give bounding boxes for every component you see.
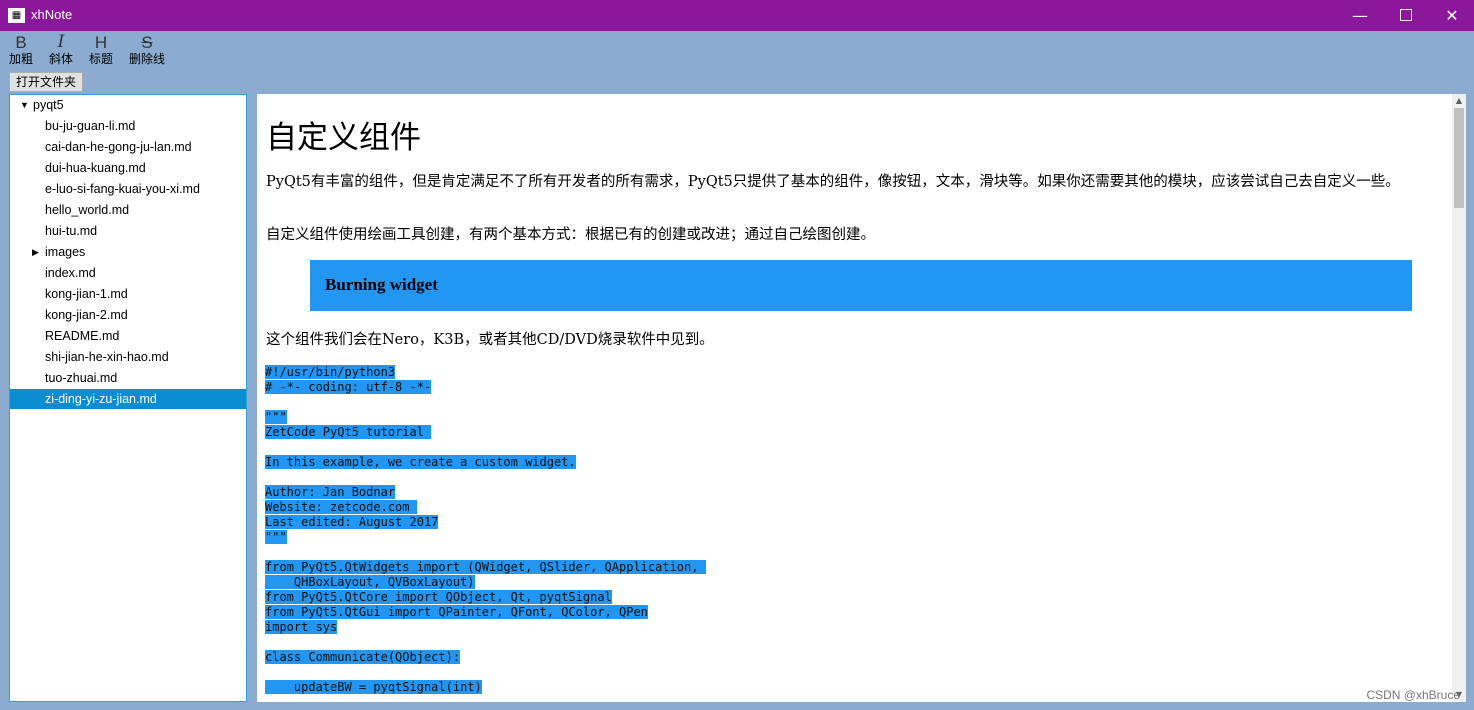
- tree-item-label: shi-jian-he-xin-hao.md: [45, 350, 169, 364]
- blockquote-heading: Burning widget: [325, 275, 438, 294]
- code-line: import sys: [265, 620, 338, 634]
- window-title: xhNote: [31, 7, 73, 22]
- code-line: ZetCode PyQt5 tutorial: [265, 425, 432, 439]
- bold-button[interactable]: B 加粗: [6, 33, 36, 66]
- code-line: In this example, we create a custom widg…: [265, 455, 576, 469]
- heading-label: 标题: [88, 52, 113, 66]
- tree-item-label: bu-ju-guan-li.md: [45, 119, 136, 133]
- code-line: Author: Jan Bodnar: [265, 485, 396, 499]
- tree-item[interactable]: tuo-zhuai.md: [10, 368, 246, 388]
- watermark: CSDN @xhBruce: [1366, 688, 1460, 702]
- tree-root-pyqt5[interactable]: ▼ pyqt5: [10, 95, 246, 115]
- code-line: from PyQt5.QtGui import QPainter, QFont,…: [265, 605, 648, 619]
- code-line: """: [265, 410, 287, 424]
- bold-label: 加粗: [8, 52, 33, 66]
- tree-item-label: hui-tu.md: [45, 224, 98, 238]
- heading-button[interactable]: H 标题: [86, 33, 116, 66]
- tree-item-label: README.md: [45, 329, 120, 343]
- vertical-scrollbar[interactable]: ▲ ▼: [1452, 94, 1466, 702]
- paragraph-intro: PyQt5有丰富的组件，但是肯定满足不了所有开发者的所有需求，PyQt5只提供了…: [266, 174, 1400, 190]
- title-bar: xhNote — ✕: [0, 0, 1474, 31]
- code-line: Last edited: August 2017: [265, 515, 439, 529]
- tree-item[interactable]: shi-jian-he-xin-hao.md: [10, 347, 246, 367]
- tree-item-label: zi-ding-yi-zu-jian.md: [45, 392, 157, 406]
- document-title: 自定义组件: [266, 120, 421, 156]
- tree-item-label: tuo-zhuai.md: [45, 371, 118, 385]
- tree-item-label: index.md: [45, 266, 96, 280]
- code-line: # -*- coding: utf-8 -*-: [265, 380, 432, 394]
- tree-item-label: e-luo-si-fang-kuai-you-xi.md: [45, 182, 200, 196]
- tree-item[interactable]: e-luo-si-fang-kuai-you-xi.md: [10, 179, 246, 199]
- tree-item[interactable]: hui-tu.md: [10, 221, 246, 241]
- tree-item-label: images: [45, 245, 86, 259]
- tree-item[interactable]: index.md: [10, 263, 246, 283]
- tree-item-label: cai-dan-he-gong-ju-lan.md: [45, 140, 192, 154]
- tree-item[interactable]: kong-jian-1.md: [10, 284, 246, 304]
- collapsed-arrow-icon[interactable]: ▶: [32, 242, 39, 262]
- tree-item[interactable]: dui-hua-kuang.md: [10, 158, 246, 178]
- tree-item-label: kong-jian-2.md: [45, 308, 128, 322]
- tree-item[interactable]: kong-jian-2.md: [10, 305, 246, 325]
- code-line: """: [265, 530, 287, 544]
- close-button[interactable]: ✕: [1429, 0, 1474, 31]
- paragraph-methods: 自定义组件使用绘画工具创建，有两个基本方式：根据已有的创建或改进；通过自己绘图创…: [266, 227, 875, 243]
- code-line: #!/usr/bin/python3: [265, 365, 396, 379]
- tree-item-selected[interactable]: zi-ding-yi-zu-jian.md: [10, 389, 246, 409]
- code-line: updateBW = pyqtSignal(int): [265, 680, 482, 694]
- tree-item-label: hello_world.md: [45, 203, 130, 217]
- expanded-arrow-icon[interactable]: ▼: [20, 95, 29, 115]
- tree-item-label: kong-jian-1.md: [45, 287, 128, 301]
- tree-folder-images[interactable]: ▶ images: [10, 242, 246, 262]
- tree-item[interactable]: bu-ju-guan-li.md: [10, 116, 246, 136]
- app-icon: [8, 8, 25, 23]
- paragraph-burning: 这个组件我们会在Nero，K3B，或者其他CD/DVD烧录软件中见到。: [266, 332, 714, 348]
- maximize-button[interactable]: [1383, 0, 1429, 31]
- italic-button[interactable]: I 斜体: [46, 32, 76, 67]
- code-line: from PyQt5.QtWidgets import (QWidget, QS…: [265, 560, 706, 574]
- strikethrough-label: 删除线: [128, 52, 165, 66]
- file-tree[interactable]: ▼ pyqt5 bu-ju-guan-li.md cai-dan-he-gong…: [9, 94, 247, 702]
- heading-icon: H: [94, 33, 108, 52]
- tree-item[interactable]: hello_world.md: [10, 200, 246, 220]
- tree-item-label: dui-hua-kuang.md: [45, 161, 146, 175]
- strikethrough-icon: S: [141, 33, 153, 52]
- tree-root-label: pyqt5: [33, 98, 64, 112]
- scroll-up-icon[interactable]: ▲: [1452, 94, 1466, 108]
- document-view[interactable]: 自定义组件 PyQt5有丰富的组件，但是肯定满足不了所有开发者的所有需求，PyQ…: [257, 94, 1466, 702]
- strikethrough-button[interactable]: S 删除线: [127, 33, 167, 66]
- tree-item[interactable]: README.md: [10, 326, 246, 346]
- scrollbar-thumb[interactable]: [1454, 108, 1464, 208]
- code-line: from PyQt5.QtCore import QObject, Qt, py…: [265, 590, 612, 604]
- minimize-button[interactable]: —: [1337, 0, 1383, 31]
- code-line: Website: zetcode.com: [265, 500, 417, 514]
- code-block[interactable]: #!/usr/bin/python3 # -*- coding: utf-8 -…: [265, 365, 706, 695]
- open-folder-button[interactable]: 打开文件夹: [9, 72, 83, 92]
- italic-label: 斜体: [48, 52, 73, 66]
- italic-icon: I: [57, 32, 65, 52]
- maximize-icon: [1400, 9, 1412, 21]
- bold-icon: B: [15, 33, 27, 52]
- code-line: QHBoxLayout, QVBoxLayout): [265, 575, 475, 589]
- blockquote: Burning widget: [310, 260, 1412, 311]
- tree-item[interactable]: cai-dan-he-gong-ju-lan.md: [10, 137, 246, 157]
- code-line: class Communicate(QObject):: [265, 650, 461, 664]
